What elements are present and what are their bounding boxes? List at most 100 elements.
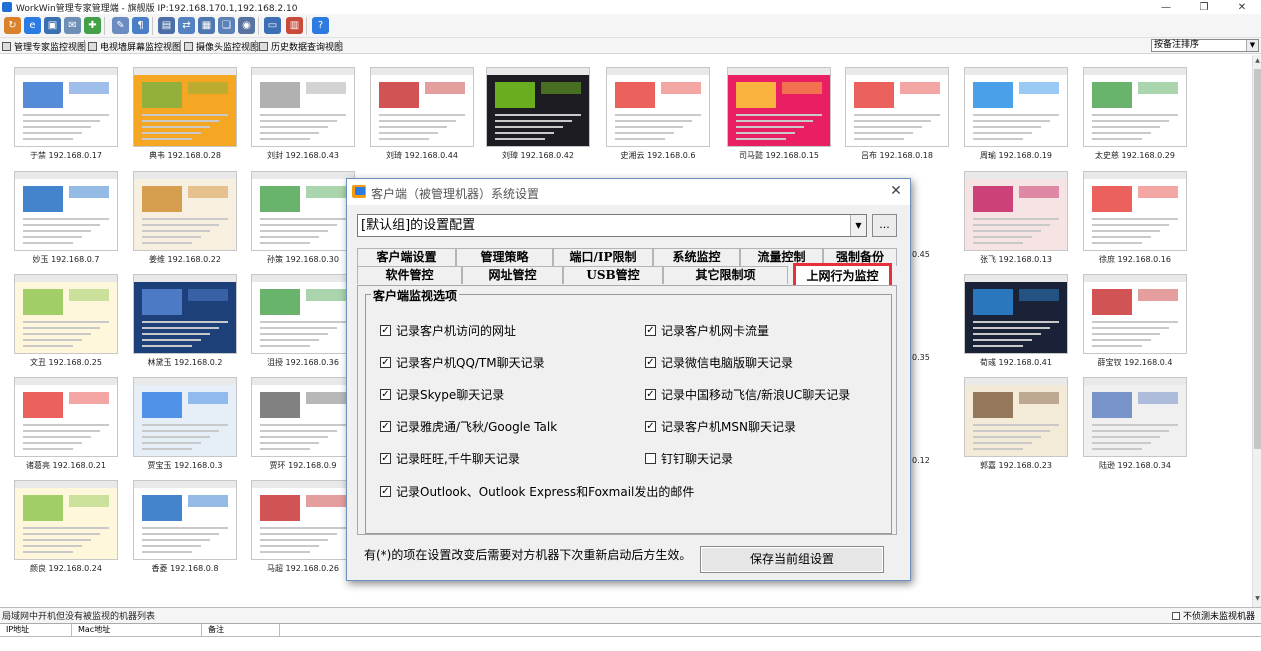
client-screen-thumbnail[interactable]: 张飞 192.168.0.13 bbox=[964, 171, 1068, 267]
restore-button[interactable]: ❐ bbox=[1185, 0, 1223, 14]
tab-url-control[interactable]: 网址管控 bbox=[462, 266, 563, 284]
option-record-qq-tm[interactable]: ✓ 记录客户机QQ/TM聊天记录 bbox=[380, 354, 545, 370]
tab-usb-control[interactable]: USB管控 bbox=[563, 266, 663, 284]
client-screen-thumbnail[interactable]: 太史慈 192.168.0.29 bbox=[1083, 67, 1187, 163]
plugin-icon[interactable]: ✚ bbox=[84, 17, 101, 34]
more-options-button[interactable]: ... bbox=[872, 214, 897, 237]
option-record-wangwang[interactable]: ✓ 记录旺旺,千牛聊天记录 bbox=[380, 450, 520, 466]
client-screen-thumbnail[interactable]: 司马懿 192.168.0.15 bbox=[727, 67, 831, 163]
client-screen-thumbnail[interactable]: 姜维 192.168.0.22 bbox=[133, 171, 237, 267]
checkbox-box[interactable] bbox=[1171, 611, 1180, 620]
wrench-icon[interactable]: ✎ bbox=[112, 17, 129, 34]
client-screen-thumbnail[interactable]: 孙策 192.168.0.30 bbox=[251, 171, 355, 267]
view-tab-monitor[interactable]: 管理专家监控视图 bbox=[2, 39, 86, 53]
client-screen-thumbnail[interactable]: 于禁 192.168.0.17 bbox=[14, 67, 118, 163]
calendar-icon[interactable]: ▥ bbox=[286, 17, 303, 34]
client-screen-thumbnail[interactable]: 贾宝玉 192.168.0.3 bbox=[133, 377, 237, 473]
checkbox[interactable]: ✓ bbox=[645, 356, 656, 368]
refresh-icon[interactable]: ↻ bbox=[4, 17, 21, 34]
scroll-down-icon[interactable]: ▼ bbox=[1253, 595, 1261, 605]
checkbox[interactable]: ✓ bbox=[645, 324, 656, 336]
thumbnail-caption: 典韦 192.168.0.28 bbox=[149, 151, 221, 160]
view-tab-history[interactable]: 历史数据查询视图 bbox=[259, 39, 343, 53]
checkbox[interactable]: ✓ bbox=[380, 485, 391, 497]
client-screen-thumbnail[interactable]: 荀彧 192.168.0.41 bbox=[964, 274, 1068, 370]
client-screen-thumbnail[interactable]: 陆逊 192.168.0.34 bbox=[1083, 377, 1187, 473]
client-screen-thumbnail[interactable]: 薛宝钗 192.168.0.4 bbox=[1083, 274, 1187, 370]
save-group-settings-button[interactable]: 保存当前组设置 bbox=[700, 546, 884, 573]
screen-preview bbox=[964, 67, 1068, 147]
scroll-up-icon[interactable]: ▲ bbox=[1253, 57, 1261, 67]
client-screen-thumbnail[interactable]: 马超 192.168.0.26 bbox=[251, 480, 355, 576]
checkbox[interactable]: ✓ bbox=[380, 452, 391, 464]
column-header[interactable]: 备注 bbox=[202, 624, 280, 637]
client-screen-thumbnail[interactable]: 沮授 192.168.0.36 bbox=[251, 274, 355, 370]
option-record-dingtalk[interactable]: 钉钉聊天记录 bbox=[645, 450, 733, 466]
checkbox[interactable]: ✓ bbox=[380, 420, 391, 432]
tab-management-policy[interactable]: 管理策略 bbox=[456, 248, 553, 266]
option-record-outlook-foxmail[interactable]: ✓ 记录Outlook、Outlook Express和Foxmail发出的邮件 bbox=[380, 483, 694, 499]
view-tab-camera[interactable]: 摄像头监控视图 bbox=[184, 39, 259, 53]
notepad-icon[interactable]: ▭ bbox=[264, 17, 281, 34]
client-screen-thumbnail[interactable]: 妙玉 192.168.0.7 bbox=[14, 171, 118, 267]
tab-port-ip-limit[interactable]: 端口/IP限制 bbox=[553, 248, 653, 266]
option-record-nic-traffic[interactable]: ✓ 记录客户机网卡流量 bbox=[645, 322, 769, 338]
copy-icon[interactable]: ❏ bbox=[218, 17, 235, 34]
client-screen-thumbnail[interactable]: 吕布 192.168.0.18 bbox=[845, 67, 949, 163]
option-record-yahoo-feiqiu-gtalk[interactable]: ✓ 记录雅虎通/飞秋/Google Talk bbox=[380, 418, 557, 434]
option-record-fetion-uc[interactable]: ✓ 记录中国移动飞信/新浪UC聊天记录 bbox=[645, 386, 850, 402]
client-screen-thumbnail[interactable]: 诸葛亮 192.168.0.21 bbox=[14, 377, 118, 473]
client-screen-thumbnail[interactable]: 史湘云 192.168.0.6 bbox=[606, 67, 710, 163]
close-icon[interactable]: ✕ bbox=[888, 183, 904, 199]
monitor-settings-icon[interactable]: ▣ bbox=[44, 17, 61, 34]
disk-icon[interactable]: ◉ bbox=[238, 17, 255, 34]
option-record-msn[interactable]: ✓ 记录客户机MSN聊天记录 bbox=[645, 418, 796, 434]
client-screen-thumbnail[interactable]: 刘封 192.168.0.43 bbox=[251, 67, 355, 163]
client-screen-thumbnail[interactable]: 香菱 192.168.0.8 bbox=[133, 480, 237, 576]
column-header[interactable]: Mac地址 bbox=[72, 624, 202, 637]
checkbox[interactable]: ✓ bbox=[380, 388, 391, 400]
checkbox[interactable]: ✓ bbox=[380, 356, 391, 368]
tab-client-settings[interactable]: 客户端设置 bbox=[357, 248, 456, 266]
report-icon[interactable]: ▦ bbox=[198, 17, 215, 34]
client-screen-thumbnail[interactable]: 颜良 192.168.0.24 bbox=[14, 480, 118, 576]
minimize-button[interactable]: — bbox=[1147, 0, 1185, 14]
client-screen-thumbnail[interactable]: 徐庶 192.168.0.16 bbox=[1083, 171, 1187, 267]
thumbnail-caption: 史湘云 192.168.0.6 bbox=[620, 151, 696, 160]
checkbox[interactable] bbox=[645, 452, 656, 464]
close-window-button[interactable]: ✕ bbox=[1223, 0, 1261, 14]
option-record-skype[interactable]: ✓ 记录Skype聊天记录 bbox=[380, 386, 504, 402]
client-screen-thumbnail[interactable]: 刘琦 192.168.0.44 bbox=[370, 67, 474, 163]
client-screen-thumbnail[interactable]: 林黛玉 192.168.0.2 bbox=[133, 274, 237, 370]
screen-preview bbox=[14, 274, 118, 354]
checkbox[interactable]: ✓ bbox=[645, 420, 656, 432]
sort-select[interactable]: 按备注排序 ▼ bbox=[1151, 39, 1259, 52]
screen-icon[interactable]: ▤ bbox=[158, 17, 175, 34]
client-screen-thumbnail[interactable]: 文丑 192.168.0.25 bbox=[14, 274, 118, 370]
client-screen-thumbnail[interactable]: 贾环 192.168.0.9 bbox=[251, 377, 355, 473]
view-tab-tv-wall[interactable]: 电视墙屏幕监控视图 bbox=[88, 39, 181, 53]
client-screen-thumbnail[interactable]: 周瑜 192.168.0.19 bbox=[964, 67, 1068, 163]
thumbnail-caption: 司马懿 192.168.0.15 bbox=[739, 151, 819, 160]
client-screen-thumbnail[interactable]: 典韦 192.168.0.28 bbox=[133, 67, 237, 163]
policy-icon[interactable]: ¶ bbox=[132, 17, 149, 34]
tab-system-monitor[interactable]: 系统监控 bbox=[653, 248, 740, 266]
tab-software-control[interactable]: 软件管控 bbox=[357, 266, 462, 284]
column-header[interactable]: IP地址 bbox=[0, 624, 72, 637]
checkbox[interactable]: ✓ bbox=[380, 324, 391, 336]
tab-other-limits[interactable]: 其它限制项 bbox=[663, 266, 788, 284]
config-group-select[interactable]: [默认组]的设置配置 ▼ bbox=[357, 214, 867, 237]
option-record-urls[interactable]: ✓ 记录客户机访问的网址 bbox=[380, 322, 516, 338]
filter-checkbox[interactable]: 不侦测未监视机器 bbox=[1171, 609, 1255, 622]
scrollbar-thumb[interactable] bbox=[1254, 69, 1261, 449]
help-icon[interactable]: ? bbox=[312, 17, 329, 34]
mail-icon[interactable]: ✉ bbox=[64, 17, 81, 34]
grid-scrollbar[interactable]: ▲ ▼ bbox=[1252, 55, 1261, 607]
client-screen-thumbnail[interactable]: 郭嘉 192.168.0.23 bbox=[964, 377, 1068, 473]
option-record-wechat[interactable]: ✓ 记录微信电脑版聊天记录 bbox=[645, 354, 793, 370]
checkbox[interactable]: ✓ bbox=[645, 388, 656, 400]
network-icon[interactable]: ⇄ bbox=[178, 17, 195, 34]
ie-browser-icon[interactable]: e bbox=[24, 17, 41, 34]
client-screen-thumbnail[interactable]: 刘璋 192.168.0.42 bbox=[486, 67, 590, 163]
view-tab-bar: 管理专家监控视图 电视墙屏幕监控视图 摄像头监控视图 历史数据查询视图 按备注排… bbox=[0, 38, 1261, 54]
